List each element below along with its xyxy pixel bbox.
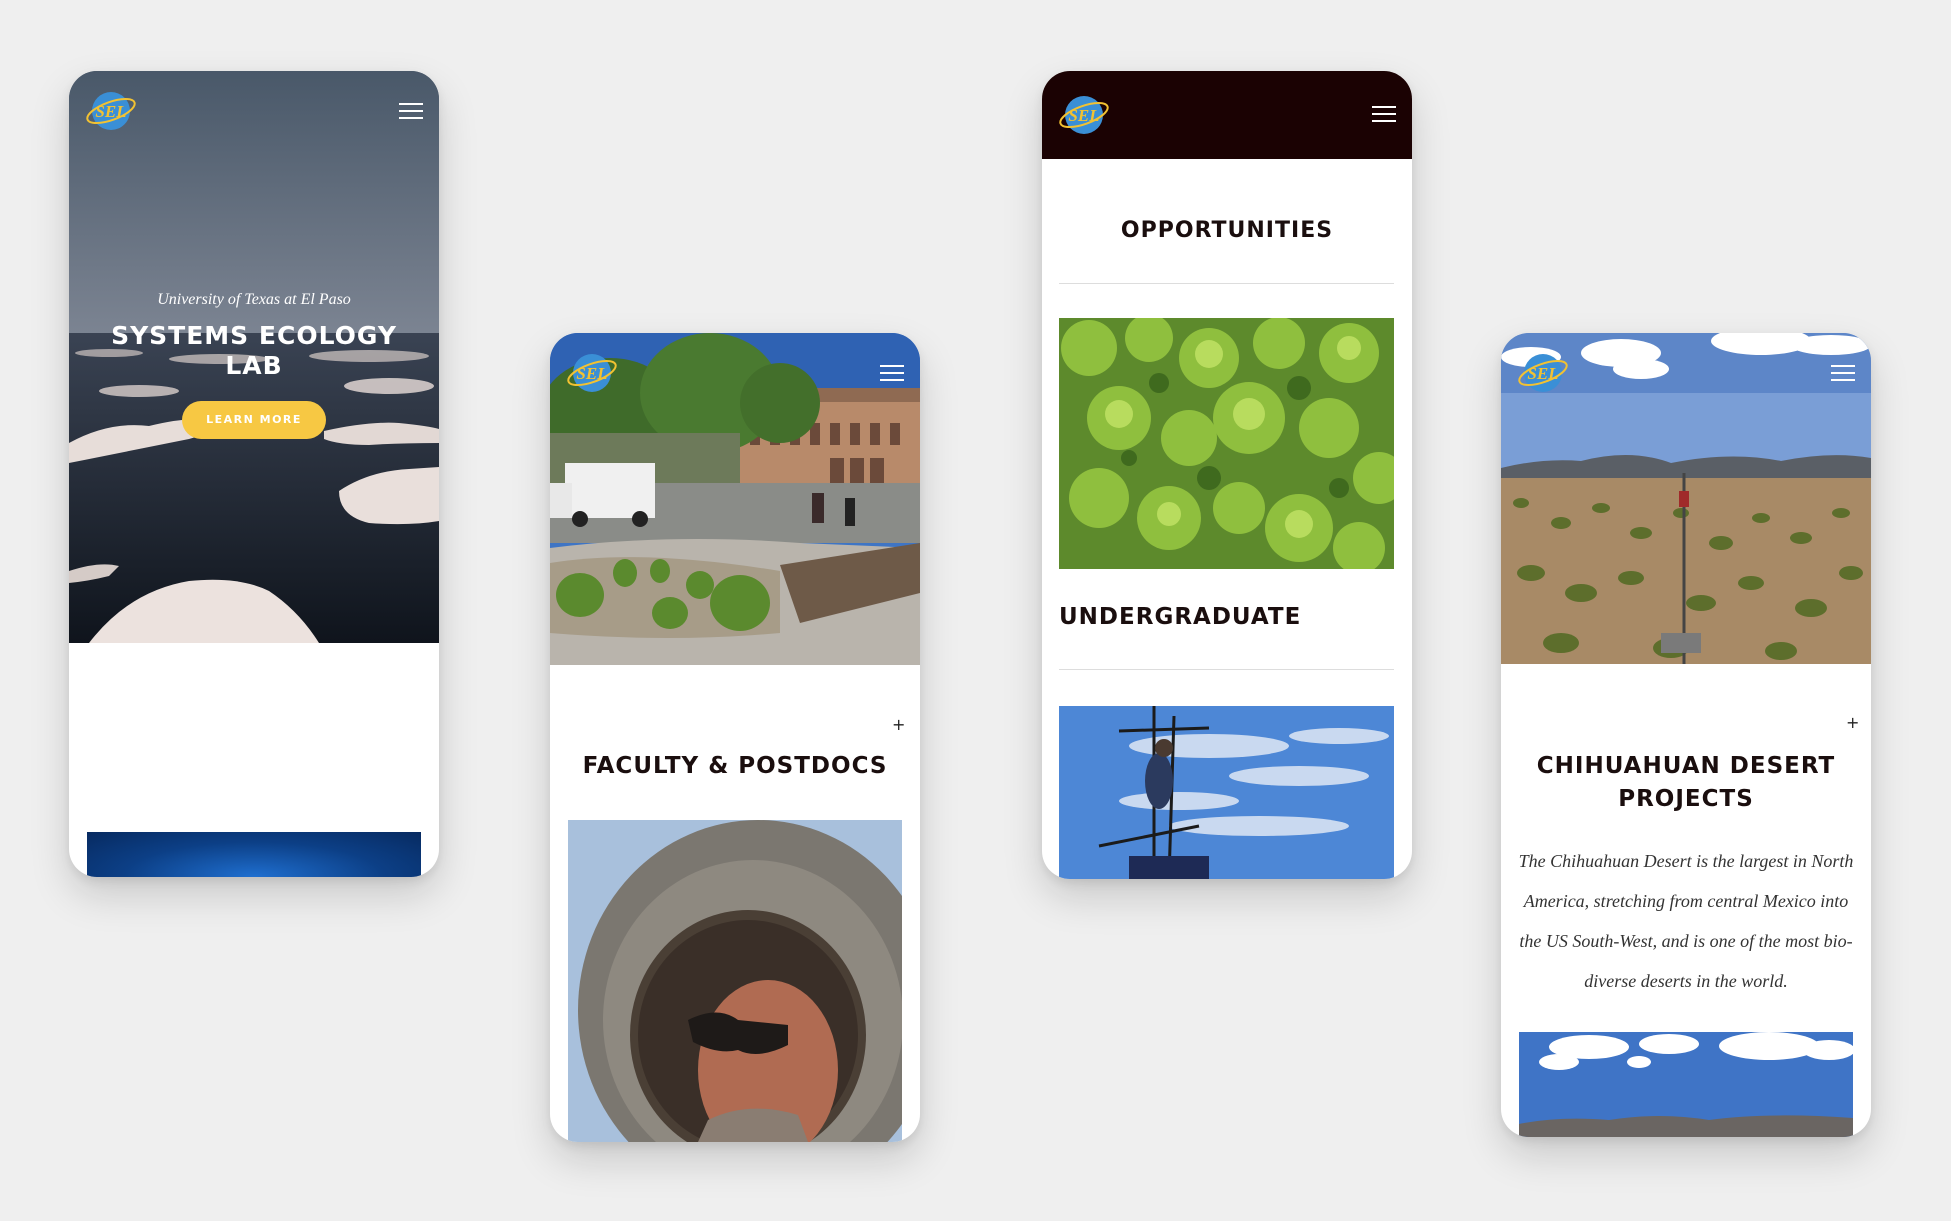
plus-icon[interactable]: + — [892, 715, 905, 734]
desert-sky-image — [1519, 1032, 1853, 1137]
phone-opportunities-screen: SEL OPPORTUNITIES UNDERGRADUATE — [1042, 71, 1412, 879]
phone-desert-screen: SEL + CHIHUAHUAN DESERT PROJECTS The Chi… — [1501, 333, 1871, 1137]
faculty-section-title: FACULTY & POSTDOCS — [582, 753, 888, 779]
hero-tagline: University of Texas at El Paso — [157, 291, 351, 308]
blue-banner-image — [87, 832, 421, 877]
undergraduate-title[interactable]: UNDERGRADUATE — [1059, 604, 1301, 630]
sel-logo[interactable]: SEL — [85, 87, 137, 135]
phone-home-screen: SEL University of Texas at El Paso SYSTE… — [69, 71, 439, 877]
hamburger-menu-icon[interactable] — [1831, 365, 1855, 383]
learn-more-button[interactable]: LEARN MORE — [182, 401, 326, 439]
logo-text: SEL — [1527, 364, 1558, 383]
sel-logo[interactable]: SEL — [1517, 349, 1569, 397]
divider-line — [1059, 669, 1394, 670]
hamburger-menu-icon[interactable] — [1372, 106, 1396, 124]
hamburger-menu-icon[interactable] — [399, 103, 423, 121]
hamburger-menu-icon[interactable] — [880, 365, 904, 383]
desert-description: The Chihuahuan Desert is the largest in … — [1518, 851, 1854, 991]
showcase-stage: SEL University of Texas at El Paso SYSTE… — [0, 0, 1951, 1221]
faculty-portrait-image — [568, 820, 902, 1142]
plus-icon[interactable]: + — [1846, 713, 1859, 732]
desert-section-title: CHIHUAHUAN DESERT PROJECTS — [1536, 753, 1836, 812]
hero-title: SYSTEMS ECOLOGY LAB — [111, 321, 397, 380]
sel-logo[interactable]: SEL — [566, 349, 618, 397]
tower-climber-image[interactable] — [1059, 706, 1394, 879]
logo-text: SEL — [576, 364, 607, 383]
sel-logo[interactable]: SEL — [1058, 91, 1110, 139]
opportunities-title: OPPORTUNITIES — [1120, 218, 1334, 243]
phone-faculty-screen: SEL + FACULTY & POSTDOCS — [550, 333, 920, 1142]
divider-line — [1059, 283, 1394, 284]
logo-text: SEL — [1068, 106, 1099, 125]
logo-text: SEL — [95, 102, 126, 121]
forest-canopy-image[interactable] — [1059, 318, 1394, 569]
